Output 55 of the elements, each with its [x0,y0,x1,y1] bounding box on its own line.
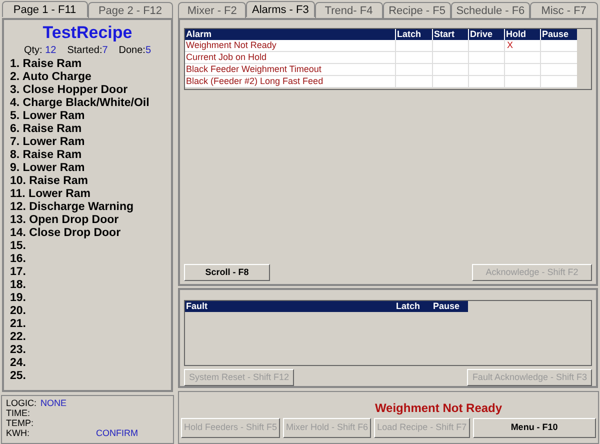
logic-value: NONE [40,398,67,408]
recipe-step: 9. Lower Ram [10,162,85,175]
tab[interactable]: Misc - F7 [530,2,598,18]
alarm-cell-text: Black (Feeder #2) Long Fast Feed [185,76,324,87]
hold-mark: X [507,40,514,50]
recipe-step: 8. Raise Ram [10,149,82,162]
recipe-step: 15. [10,240,26,253]
temp-label: TEMP: [6,418,34,428]
tab[interactable]: Alarms - F3 [246,1,315,17]
recipe-step: 11. Lower Ram [10,188,91,201]
status-message: Weighment Not Ready [374,400,504,416]
tab[interactable]: Recipe - F5 [382,2,452,18]
recipe-step: 22. [10,331,26,344]
recipe-step: 1. Raise Ram [10,58,82,71]
recipe-step: 21. [10,318,26,331]
tab[interactable]: Page 2 - F12 [88,2,173,18]
recipe-step: 18. [10,279,26,292]
recipe-step: 20. [10,305,26,318]
recipe-step: 6. Raise Ram [10,123,82,136]
kwh-label: KWH: [6,428,30,438]
confirm-value: CONFIRM [96,428,138,438]
column-header: Latch [395,301,422,312]
recipe-step: 24. [10,357,26,370]
column-header: Alarm [185,29,213,40]
done-label: Done:5 [118,44,151,58]
recipe-title: TestRecipe [42,22,134,44]
tab[interactable]: Schedule - F6 [451,2,530,18]
column-header: Pause [432,301,461,312]
recipe-step: 14. Close Drop Door [10,227,121,240]
tab[interactable]: Mixer - F2 [178,2,246,18]
recipe-step: 16. [10,253,26,266]
column-header: Fault [185,301,208,312]
recipe-step: 23. [10,344,26,357]
action-button[interactable]: Scroll - F8 [184,264,270,281]
recipe-step: 7. Lower Ram [10,136,85,149]
tab[interactable]: Trend- F4 [314,2,383,18]
time-label: TIME: [6,408,30,418]
recipe-step: 17. [10,266,26,279]
alarm-cell-text: Current Job on Hold [185,52,268,63]
alarm-cell-text: Black Feeder Weighment Timeout [185,64,322,75]
recipe-step: 12. Discharge Warning [10,201,134,214]
recipe-step: 4. Charge Black/White/Oil [10,97,150,110]
alarm-cell-text: Weighment Not Ready [185,40,278,51]
recipe-step: 2. Auto Charge [10,71,92,84]
recipe-step: 5. Lower Ram [10,110,85,123]
qty-label: Qty: 12 [24,44,56,58]
recipe-step: 13. Open Drop Door [10,214,119,227]
recipe-step: 10. Raise Ram [10,175,88,188]
started-label: Started:7 [67,44,108,58]
action-button[interactable]: Menu - F10 [472,418,596,438]
tab[interactable]: Page 1 - F11 [2,1,88,17]
recipe-step: 19. [10,292,26,305]
recipe-step: 3. Close Hopper Door [10,84,128,97]
recipe-step: 25. [10,370,26,383]
logic-label: LOGIC: [6,398,37,408]
